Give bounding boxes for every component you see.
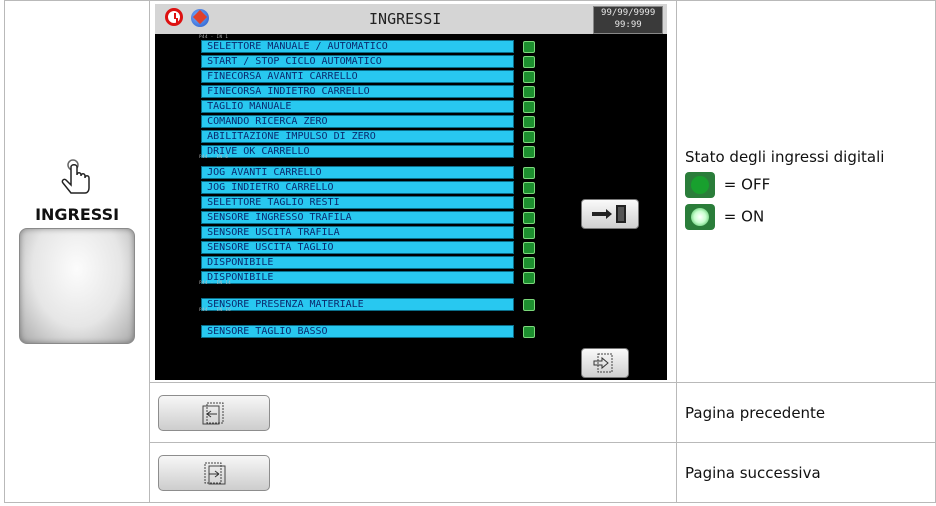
led-off-icon bbox=[685, 171, 716, 198]
input-row: DISPONIBILE bbox=[201, 255, 515, 269]
group-label: P44 - IN 16 bbox=[199, 306, 232, 312]
input-row: SENSORE TAGLIO BASSO bbox=[201, 324, 515, 338]
input-led-icon bbox=[523, 55, 536, 68]
input-led-icon bbox=[523, 325, 536, 338]
input-row: JOG INDIETRO CARRELLO bbox=[201, 180, 515, 194]
datetime-display: 99/99/9999 99:99 bbox=[593, 5, 664, 34]
input-led-icon bbox=[523, 85, 536, 98]
input-row: JOG AVANTI CARRELLO bbox=[201, 165, 515, 179]
input-led-icon bbox=[523, 256, 536, 269]
exit-door-icon bbox=[592, 204, 627, 223]
input-row: START / STOP CICLO AUTOMATICO bbox=[201, 54, 515, 68]
exit-button[interactable] bbox=[581, 198, 640, 229]
input-row: DRIVE OK CARRELLO bbox=[201, 144, 515, 158]
input-led-icon bbox=[523, 226, 536, 239]
screen-title: INGRESSI bbox=[369, 9, 442, 28]
input-row: SENSORE USCITA TAGLIO bbox=[201, 240, 515, 254]
screen-topbar: INGRESSI 99/99/9999 99:99 bbox=[155, 3, 668, 34]
legend-on-label: = ON bbox=[723, 207, 765, 225]
input-led-icon bbox=[523, 181, 536, 194]
input-led-icon bbox=[523, 130, 536, 143]
input-led-icon bbox=[523, 241, 536, 254]
legend-cell: Stato degli ingressi digitali = OFF = ON bbox=[676, 0, 936, 383]
input-row: COMANDO RICERCA ZERO bbox=[201, 114, 515, 128]
input-led-icon bbox=[523, 211, 536, 224]
input-led-icon bbox=[523, 298, 536, 311]
input-led-icon bbox=[523, 166, 536, 179]
input-row: FINECORSA AVANTI CARRELLO bbox=[201, 69, 515, 83]
input-row: SELETTORE TAGLIO RESTI bbox=[201, 195, 515, 209]
input-row: DISPONIBILE bbox=[201, 270, 515, 284]
group-label: P44 - IN 6 bbox=[199, 153, 229, 159]
led-on-icon bbox=[685, 203, 716, 230]
time-text: 99:99 bbox=[614, 19, 642, 30]
hmi-screen: INGRESSI 99/99/9999 99:99 P44 - IN 1 SEL… bbox=[155, 3, 668, 380]
prev-page-row bbox=[149, 382, 678, 443]
input-led-icon bbox=[523, 145, 536, 158]
prev-page-button[interactable] bbox=[158, 394, 271, 431]
input-led-icon bbox=[523, 115, 536, 128]
globe-icon[interactable] bbox=[191, 8, 210, 27]
next-page-row bbox=[149, 442, 678, 503]
clock-icon[interactable] bbox=[165, 7, 184, 26]
input-row: TAGLIO MANUALE bbox=[201, 99, 515, 113]
input-row: SENSORE USCITA TRAFILA bbox=[201, 225, 515, 239]
input-led-icon bbox=[523, 100, 536, 113]
input-row: SENSORE PRESENZA MATERIALE bbox=[201, 297, 515, 311]
prev-page-description: Pagina precedente bbox=[676, 382, 936, 443]
next-page-button-doc[interactable] bbox=[158, 454, 271, 491]
input-led-icon bbox=[523, 196, 536, 209]
group-label: P44 - IN 1 bbox=[199, 33, 229, 39]
page-next-icon bbox=[593, 353, 613, 372]
input-row: SENSORE INGRESSO TRAFILA bbox=[201, 210, 515, 224]
ingressi-button[interactable] bbox=[19, 228, 136, 344]
input-led-icon bbox=[523, 271, 536, 284]
legend-off: = OFF bbox=[685, 171, 935, 198]
legend-off-label: = OFF bbox=[723, 175, 771, 193]
next-page-description: Pagina successiva bbox=[676, 442, 936, 503]
touch-hand-icon bbox=[61, 159, 90, 194]
input-row: SELETTORE MANUALE / AUTOMATICO bbox=[201, 39, 515, 53]
date-text: 99/99/9999 bbox=[601, 7, 656, 18]
input-row: FINECORSA INDIETRO CARRELLO bbox=[201, 84, 515, 98]
input-row: ABILITAZIONE IMPULSO DI ZERO bbox=[201, 129, 515, 143]
legend-title: Stato degli ingressi digitali bbox=[685, 147, 885, 166]
input-led-icon bbox=[523, 40, 536, 53]
page-prev-icon bbox=[202, 402, 224, 424]
page-next-icon bbox=[204, 462, 226, 484]
input-led-icon bbox=[523, 70, 536, 83]
screen-cell: INGRESSI 99/99/9999 99:99 P44 - IN 1 SEL… bbox=[149, 0, 678, 383]
legend-on: = ON bbox=[685, 203, 935, 230]
ingressi-label: INGRESSI bbox=[35, 205, 120, 224]
next-page-button[interactable] bbox=[581, 347, 630, 378]
ingressi-cell: INGRESSI bbox=[3, 0, 151, 503]
group-label: P44 - IN 14 bbox=[199, 279, 232, 285]
